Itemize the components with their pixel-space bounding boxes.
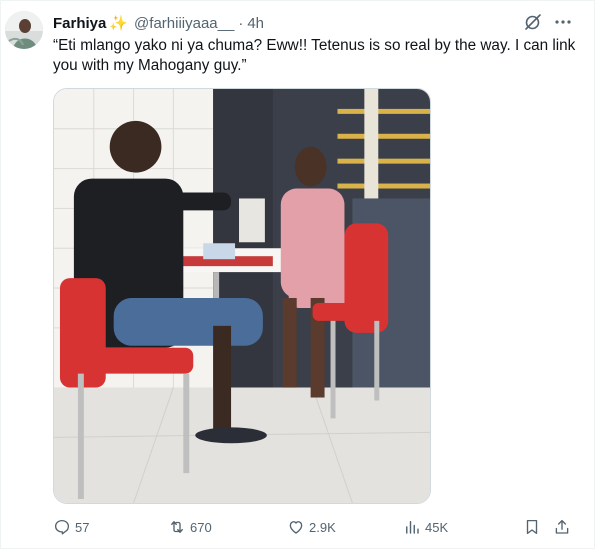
- like-count: 2.9K: [309, 519, 336, 535]
- retweet-count: 670: [190, 519, 212, 535]
- tweet-photo[interactable]: [53, 88, 431, 504]
- avatar[interactable]: [5, 11, 43, 49]
- heart-icon: [289, 521, 303, 534]
- like-button[interactable]: 2.9K: [287, 516, 336, 538]
- timestamp[interactable]: 4h: [247, 15, 264, 32]
- retweet-icon: [171, 521, 183, 533]
- bookmark-button[interactable]: [523, 516, 545, 538]
- more-options-icon[interactable]: [553, 12, 573, 32]
- display-name[interactable]: Farhiya: [53, 15, 106, 32]
- share-icon: [555, 519, 569, 534]
- reply-button[interactable]: 57: [53, 516, 89, 538]
- separator-dot: ·: [238, 14, 244, 32]
- bookmark-icon: [526, 519, 538, 535]
- reply-icon: [54, 519, 70, 535]
- tweet-text: “Eti mlango yako ni ya chuma? Eww!! Tete…: [53, 37, 576, 74]
- views-count: 45K: [425, 519, 449, 535]
- user-handle[interactable]: @farhiiiyaaa__: [134, 15, 234, 32]
- tweet-header: Farhiya ✨ @farhiiiyaaa__ · 4h: [53, 13, 264, 33]
- share-button[interactable]: [553, 516, 575, 538]
- views-button[interactable]: 45K: [403, 516, 448, 538]
- retweet-button[interactable]: 670: [168, 516, 212, 538]
- reply-count: 57: [75, 519, 90, 535]
- grok-icon[interactable]: [523, 12, 543, 32]
- action-bar: 57 670 2.9K 45K: [53, 516, 578, 538]
- tweet-card[interactable]: Farhiya ✨ @farhiiiyaaa__ · 4h “Eti mlang…: [0, 0, 595, 549]
- views-chart-icon: [406, 521, 419, 534]
- sparkle-icon: ✨: [109, 15, 129, 32]
